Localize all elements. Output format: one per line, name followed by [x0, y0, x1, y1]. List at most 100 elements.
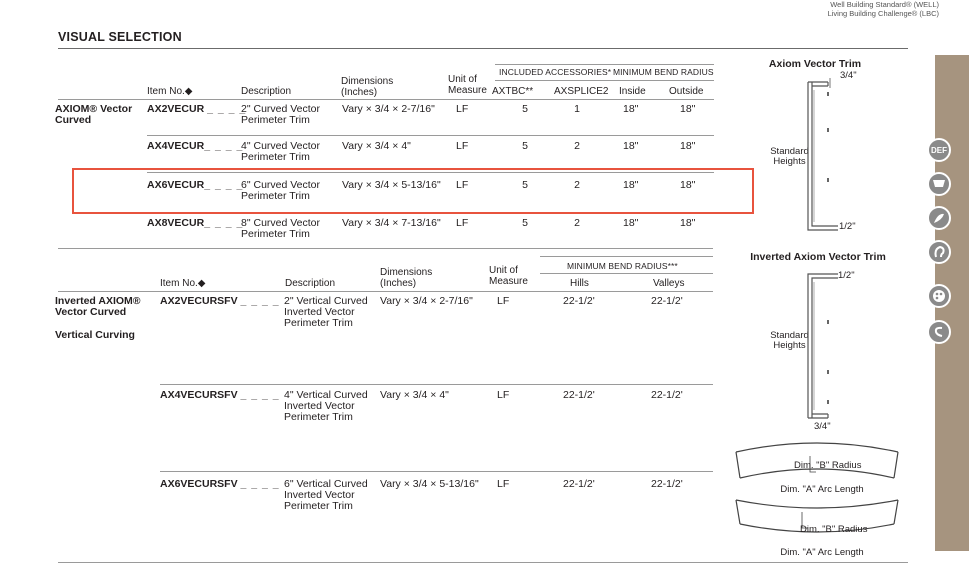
section-divider [58, 48, 908, 49]
item-hills: 22-1/2' [563, 389, 595, 401]
item-description: 4" Vertical Curved Inverted Vector Perim… [284, 389, 368, 423]
item-unit: LF [497, 295, 510, 307]
item-unit: LF [497, 389, 510, 401]
item-valleys: 22-1/2' [651, 478, 683, 490]
item-valleys: 22-1/2' [651, 389, 683, 401]
item-number: AX2VECUR _ _ _ _ [147, 103, 247, 115]
item-description: 2" Vertical Curved Inverted Vector Perim… [284, 295, 368, 329]
header-min-bend-radius-2: MINIMUM BEND RADIUS*** [567, 261, 678, 271]
header-inside: Inside [619, 86, 646, 97]
arc1-b-radius: Dim. "B" Radius [794, 460, 862, 471]
item-dimensions: Vary × 3/4 × 5-13/16" [380, 478, 479, 490]
item-number: AX8VECUR_ _ _ _ [147, 217, 244, 229]
header-dimensions: Dimensions (Inches) [341, 76, 394, 98]
standards-note: Well Building Standard® (WELL) Living Bu… [828, 0, 939, 18]
item-number: AX4VECURSFV _ _ _ _ [160, 389, 280, 401]
section-title: VISUAL SELECTION [58, 30, 182, 44]
item-description: 2" Curved Vector Perimeter Trim [241, 103, 321, 126]
item-axsplice2: 1 [574, 103, 580, 115]
header-description-2: Description [285, 278, 336, 289]
item-number: AX4VECUR_ _ _ _ [147, 140, 244, 152]
header-unit: Unit of Measure [448, 74, 487, 96]
hand-leaf-glyph [934, 213, 944, 223]
bottom-divider [58, 562, 908, 563]
item-unit: LF [497, 478, 510, 490]
item-valleys: 22-1/2' [651, 295, 683, 307]
item-number: AX2VECURSFV _ _ _ _ [160, 295, 280, 307]
selected-row-highlight [72, 168, 754, 214]
header-item-no: Item No.◆ [147, 86, 193, 97]
item-unit: LF [456, 140, 469, 152]
header-dimensions-2: Dimensions (Inches) [380, 267, 433, 289]
item-hills: 22-1/2' [563, 295, 595, 307]
arc2-b-radius: Dim. "B" Radius [800, 524, 868, 535]
item-dimensions: Vary × 3/4 × 2-7/16" [342, 103, 435, 115]
header-subline-2 [540, 273, 713, 274]
item-description: 6" Vertical Curved Inverted Vector Perim… [284, 478, 368, 512]
item-inside: 18" [623, 140, 639, 152]
ear-glyph [934, 245, 945, 258]
swirl-glyph [934, 326, 943, 337]
inverted-trim-profile [807, 273, 838, 419]
item-axtbc: 5 [522, 140, 528, 152]
palette-icon[interactable] [927, 284, 951, 308]
item-dimensions: Vary × 3/4 × 7-13/16" [342, 217, 441, 229]
item-outside: 18" [680, 217, 696, 229]
item-number: AX6VECURSFV _ _ _ _ [160, 478, 280, 490]
header-hills: Hills [570, 278, 589, 289]
group-sub-vertical-curving: Vertical Curving [55, 329, 135, 341]
header-subline [495, 80, 714, 81]
standards-line-2: Living Building Challenge® (LBC) [827, 9, 939, 18]
group-name-axiom: AXIOM® Vector Curved [55, 103, 133, 126]
item-axsplice2: 2 [574, 140, 580, 152]
header-axtbc: AXTBC** [492, 86, 534, 97]
row-divider [147, 135, 714, 136]
swirl-icon[interactable] [927, 320, 951, 344]
header-description: Description [241, 86, 292, 97]
inverted-bottom-dim: 3/4" [814, 421, 831, 432]
header-axsplice2: AXSPLICE2 [554, 86, 609, 97]
standards-line-1: Well Building Standard® (WELL) [830, 0, 939, 9]
header-line-bend [610, 64, 714, 65]
ear-icon[interactable] [927, 240, 951, 264]
item-inside: 18" [623, 217, 639, 229]
item-outside: 18" [680, 140, 696, 152]
header-item-no-2: Item No.◆ [160, 278, 206, 289]
row-divider [160, 384, 713, 385]
header-outside: Outside [669, 86, 704, 97]
item-description: 8" Curved Vector Perimeter Trim [241, 217, 321, 240]
ceiling-icon[interactable] [927, 172, 951, 196]
header-unit-2: Unit of Measure [489, 265, 528, 287]
header-bottom-line [58, 99, 714, 100]
header-valleys: Valleys [653, 278, 685, 289]
item-dimensions: Vary × 3/4 × 4" [342, 140, 411, 152]
hand-leaf-icon[interactable] [927, 206, 951, 230]
row-divider [160, 471, 713, 472]
item-hills: 22-1/2' [563, 478, 595, 490]
item-dimensions: Vary × 3/4 × 4" [380, 389, 449, 401]
item-inside: 18" [623, 103, 639, 115]
axiom-trim-profile [807, 78, 838, 231]
diagram-title-inverted: Inverted Axiom Vector Trim [750, 251, 886, 263]
ceiling-glyph [933, 180, 945, 187]
palette-glyph [933, 290, 945, 302]
item-outside: 18" [680, 103, 696, 115]
table-separator [58, 248, 713, 249]
header-bottom-line-2 [58, 291, 713, 292]
header-line-bend2 [540, 256, 713, 257]
item-dimensions: Vary × 3/4 × 2-7/16" [380, 295, 473, 307]
group-name-inverted: Inverted AXIOM® Vector Curved [55, 295, 141, 318]
def-icon-label: DEF [931, 145, 947, 155]
item-axsplice2: 2 [574, 217, 580, 229]
arc2-a-length: Dim. "A" Arc Length [780, 547, 864, 558]
item-axtbc: 5 [522, 103, 528, 115]
arc-shape-2 [735, 499, 899, 533]
header-line-accessories [495, 64, 610, 65]
item-unit: LF [456, 217, 469, 229]
item-axtbc: 5 [522, 217, 528, 229]
item-unit: LF [456, 103, 469, 115]
header-min-bend-radius: MINIMUM BEND RADIUS [613, 67, 714, 77]
diagram-title-axiom: Axiom Vector Trim [768, 58, 862, 70]
header-included-accessories: INCLUDED ACCESSORIES* [499, 67, 612, 77]
def-icon[interactable]: DEF [927, 138, 951, 162]
